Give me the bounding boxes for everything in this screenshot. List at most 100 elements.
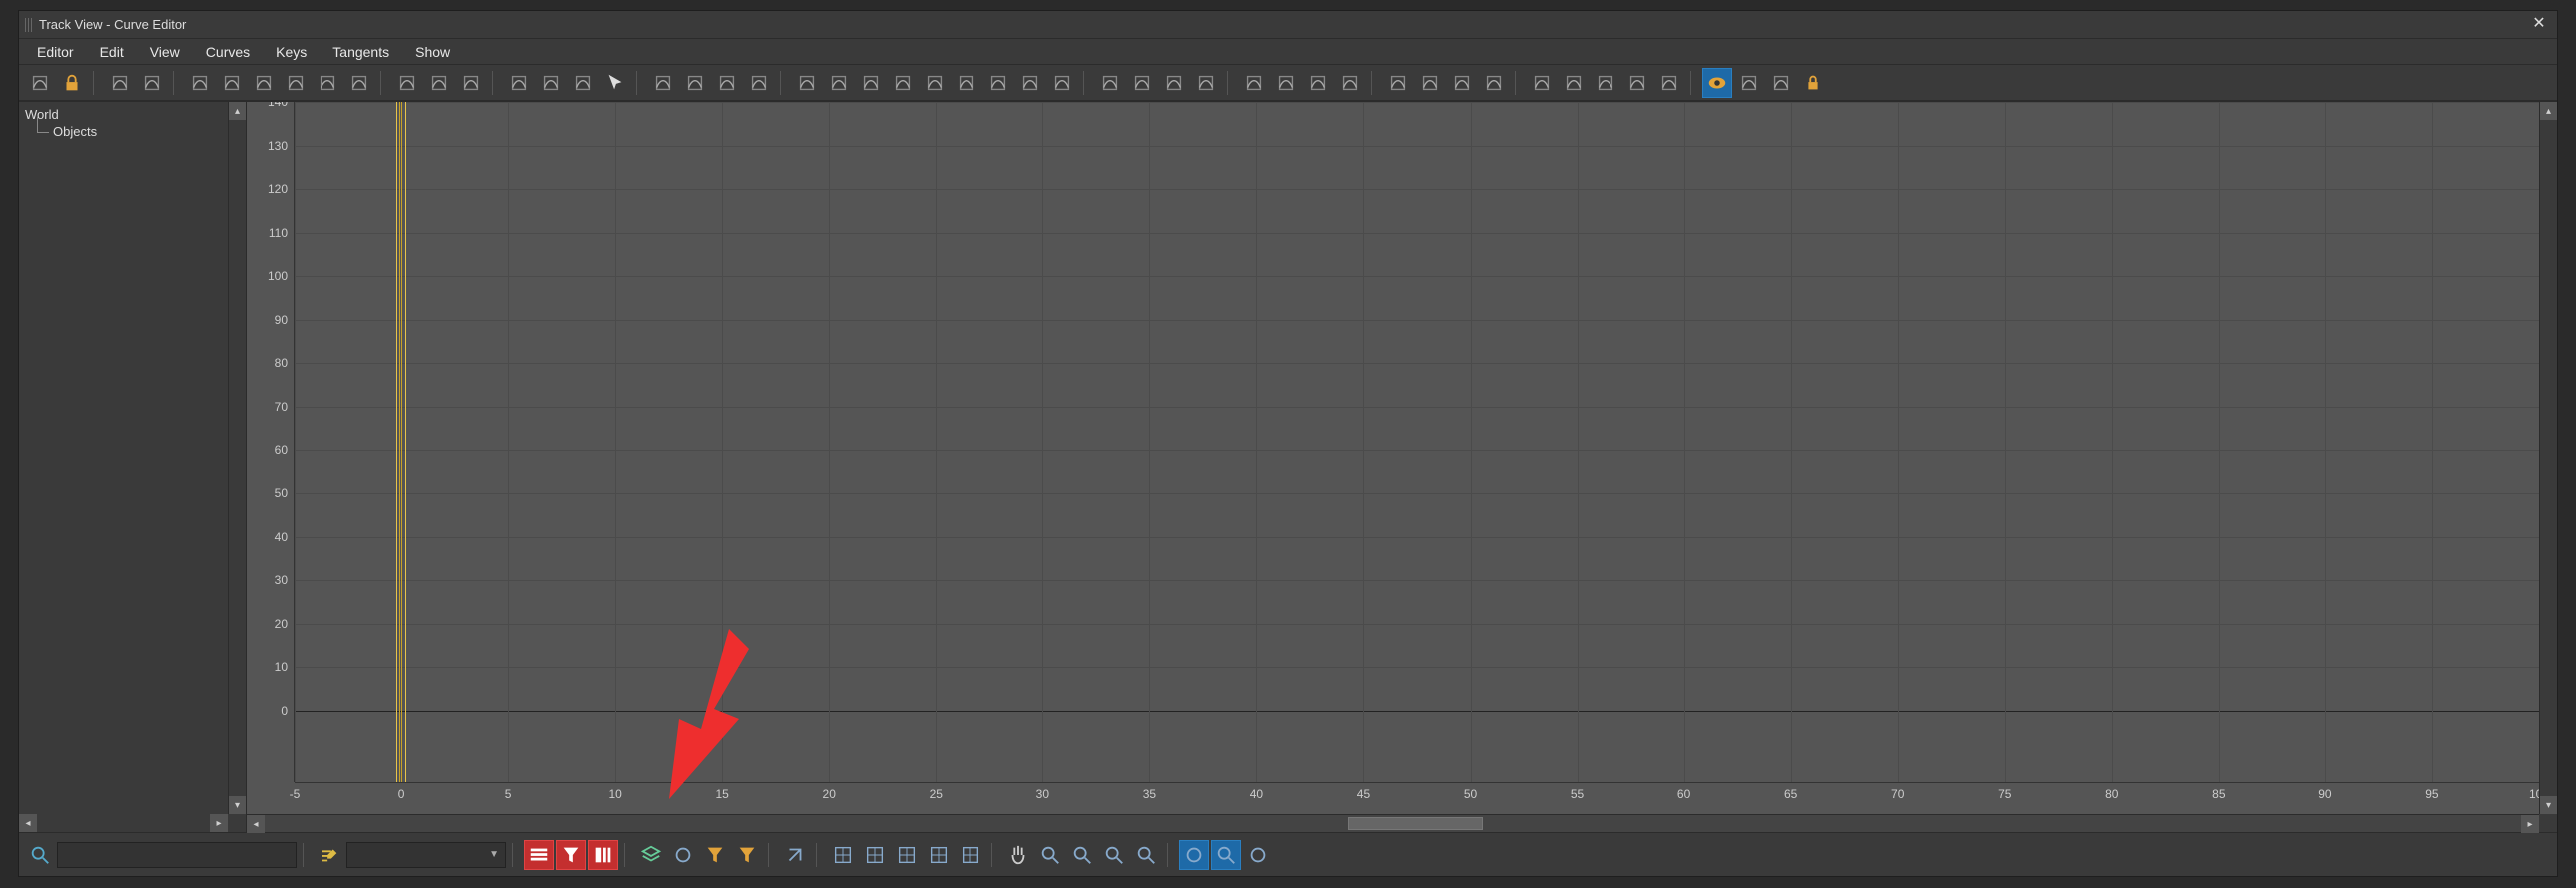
tangent-smooth-icon[interactable]	[920, 68, 950, 98]
show-buffer-icon[interactable]	[1766, 68, 1796, 98]
tangent-linear-in-icon[interactable]	[792, 68, 822, 98]
snap-frames-icon[interactable]	[828, 840, 858, 870]
title-bar[interactable]: Track View - Curve Editor ✕	[19, 11, 2557, 39]
snap-select-icon[interactable]	[892, 840, 922, 870]
filter-animated-tracks-button[interactable]	[556, 840, 586, 870]
tangent-linear-out-icon[interactable]	[824, 68, 854, 98]
move-keys-icon[interactable]	[137, 68, 167, 98]
tangent-unify-icon[interactable]	[712, 68, 742, 98]
search-icon[interactable]	[25, 840, 55, 870]
scroll-left-icon[interactable]: ◂	[19, 814, 37, 832]
buffer-snap-icon[interactable]	[1335, 68, 1365, 98]
region-tool-c-icon[interactable]	[1447, 68, 1477, 98]
search-input[interactable]	[57, 842, 297, 868]
tree-vertical-scrollbar[interactable]: ▴ ▾	[228, 102, 246, 814]
pan-icon[interactable]	[1003, 840, 1033, 870]
scroll-right-icon[interactable]: ▸	[2521, 815, 2539, 833]
curve-mode-a-icon[interactable]	[1527, 68, 1557, 98]
curve-mode-c-icon[interactable]	[1591, 68, 1620, 98]
zoom-horiz-icon[interactable]	[1099, 840, 1129, 870]
zoom-region-icon[interactable]	[1035, 840, 1065, 870]
show-keyable-icon[interactable]	[1702, 68, 1732, 98]
curve-mode-e-icon[interactable]	[1654, 68, 1684, 98]
graph-horizontal-scrollbar[interactable]: ◂ ▸	[247, 814, 2539, 832]
tangent-auto-icon[interactable]	[1047, 68, 1077, 98]
link-icon[interactable]	[105, 68, 135, 98]
tangent-free-icon[interactable]	[648, 68, 678, 98]
tangent-custom-icon[interactable]	[1015, 68, 1045, 98]
buffer-swap-icon[interactable]	[1239, 68, 1269, 98]
isolate-curve-icon[interactable]	[1179, 840, 1209, 870]
curve-mode-b-icon[interactable]	[1559, 68, 1589, 98]
close-button[interactable]: ✕	[2527, 15, 2551, 35]
scroll-up-icon[interactable]: ▴	[2540, 102, 2557, 120]
filter-selected-tracks-button[interactable]	[524, 840, 554, 870]
step-tangent-icon[interactable]	[392, 68, 422, 98]
region-tool-b-icon[interactable]	[1415, 68, 1445, 98]
region-tool-d-icon[interactable]	[1479, 68, 1509, 98]
cycle-icon[interactable]	[1159, 68, 1189, 98]
menu-tangents[interactable]: Tangents	[321, 41, 401, 63]
edit-name-icon[interactable]	[315, 840, 344, 870]
playhead[interactable]	[399, 102, 403, 782]
scale-keys-icon[interactable]	[217, 68, 247, 98]
tangent-break-icon[interactable]	[680, 68, 710, 98]
tree-node-world[interactable]: World	[25, 106, 240, 123]
loop-icon[interactable]	[1095, 68, 1125, 98]
globe-icon[interactable]	[668, 840, 698, 870]
scroll-track[interactable]	[37, 814, 210, 832]
scroll-track[interactable]	[2540, 120, 2557, 796]
tangent-step-out-icon[interactable]	[888, 68, 918, 98]
menu-editor[interactable]: Editor	[25, 41, 86, 63]
menu-curves[interactable]: Curves	[194, 41, 262, 63]
tree-horizontal-scrollbar[interactable]: ◂ ▸	[19, 814, 228, 832]
tangent-flat-icon[interactable]	[744, 68, 774, 98]
show-all-tangents-icon[interactable]	[1734, 68, 1764, 98]
lock-tangents-icon[interactable]	[1798, 68, 1828, 98]
pingpong-icon[interactable]	[1127, 68, 1157, 98]
curve-graph[interactable]: 0102030405060708090100110120130140 -5051…	[247, 102, 2539, 814]
region-tool-a-icon[interactable]	[1383, 68, 1413, 98]
draw-curves-icon[interactable]	[281, 68, 311, 98]
curve-mode-d-icon[interactable]	[1622, 68, 1652, 98]
tree-node-objects[interactable]: Objects	[25, 123, 240, 140]
filter-eye-icon[interactable]	[700, 840, 730, 870]
scroll-down-icon[interactable]: ▾	[2540, 796, 2557, 814]
filter-eye-plus-icon[interactable]	[732, 840, 762, 870]
slide-keys-icon[interactable]	[185, 68, 215, 98]
name-input[interactable]: ▼	[346, 842, 506, 868]
spline-tangent-icon[interactable]	[456, 68, 486, 98]
scroll-track[interactable]	[229, 120, 246, 796]
buffer-a-icon[interactable]	[1271, 68, 1301, 98]
menu-keys[interactable]: Keys	[264, 41, 319, 63]
plot-area[interactable]	[295, 102, 2539, 782]
menu-show[interactable]: Show	[403, 41, 462, 63]
snap-key-icon[interactable]	[924, 840, 954, 870]
reduce-keys-icon[interactable]	[313, 68, 342, 98]
lock-icon[interactable]	[57, 68, 87, 98]
menu-view[interactable]: View	[138, 41, 192, 63]
region-keys-icon[interactable]	[344, 68, 374, 98]
ease-curve-icon[interactable]	[536, 68, 566, 98]
tangent-step-in-icon[interactable]	[856, 68, 886, 98]
filter-selected-object-tracks-button[interactable]	[588, 840, 618, 870]
scrollbar-thumb[interactable]	[1348, 817, 1484, 830]
layers-icon[interactable]	[636, 840, 666, 870]
filter-gear-icon[interactable]	[25, 68, 55, 98]
zoom-extents-icon[interactable]	[1067, 840, 1097, 870]
transform-type-icon[interactable]	[780, 840, 810, 870]
tangent-fast-icon[interactable]	[952, 68, 981, 98]
select-icon[interactable]	[600, 68, 630, 98]
buffer-b-icon[interactable]	[1303, 68, 1333, 98]
zoom-icon[interactable]	[1211, 840, 1241, 870]
auto-tangent-icon[interactable]	[424, 68, 454, 98]
param-curve-icon[interactable]	[504, 68, 534, 98]
multiplier-curve-icon[interactable]	[568, 68, 598, 98]
graph-vertical-scrollbar[interactable]: ▴ ▾	[2539, 102, 2557, 814]
hierarchy-tree[interactable]: World Objects	[19, 102, 246, 832]
zoom-vert-brackets-icon[interactable]	[1131, 840, 1161, 870]
add-keys-icon[interactable]	[249, 68, 279, 98]
snap-time-icon[interactable]	[956, 840, 985, 870]
scroll-up-icon[interactable]: ▴	[229, 102, 246, 120]
frame-all-icon[interactable]	[1243, 840, 1273, 870]
